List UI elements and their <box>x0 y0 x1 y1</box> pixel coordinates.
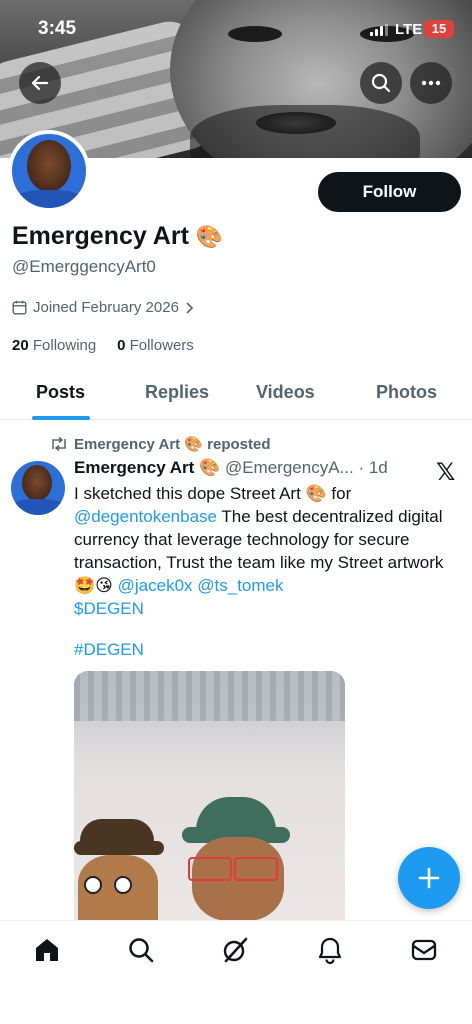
post-text-part: I sketched this dope Street Art 🎨 for <box>74 484 352 503</box>
nav-home[interactable] <box>32 935 62 965</box>
author-emoji: 🎨 <box>199 458 221 477</box>
following-stat[interactable]: 20 Following <box>12 337 96 354</box>
search-button[interactable] <box>360 62 402 104</box>
signal-icon <box>370 24 388 36</box>
more-icon <box>421 80 441 86</box>
joined-date[interactable]: Joined February 2026 <box>12 299 193 316</box>
battery-indicator: 15 <box>424 20 454 38</box>
more-button[interactable] <box>410 62 452 104</box>
calendar-icon <box>12 300 27 315</box>
image-roof <box>74 671 345 721</box>
home-icon <box>36 939 58 961</box>
joined-text: Joined February 2026 <box>33 299 179 316</box>
banner-mouth <box>256 112 336 134</box>
profile-display-name: Emergency Art 🎨 <box>12 222 223 251</box>
character-glasses-left <box>188 857 232 881</box>
repost-indicator: Emergency Art 🎨 reposted <box>50 435 271 453</box>
bottom-navigation <box>0 920 472 1024</box>
grok-icon <box>223 937 248 963</box>
nav-notifications[interactable] <box>315 935 345 965</box>
search-icon <box>129 938 154 963</box>
nav-search[interactable] <box>126 935 156 965</box>
avatar-shirt <box>12 190 86 208</box>
hashtag-link[interactable]: #DEGEN <box>74 640 144 660</box>
search-icon <box>371 73 391 93</box>
character-glasses-right <box>234 857 278 881</box>
repost-text: Emergency Art 🎨 reposted <box>74 436 271 453</box>
profile-handle: @EmerggencyArt0 <box>12 257 156 276</box>
avatar-face <box>22 465 52 501</box>
status-bar: 3:45 LTE 15 <box>0 0 472 58</box>
chevron-right-icon <box>186 301 193 314</box>
active-tab-indicator <box>32 416 90 420</box>
mention-link[interactable]: @jacek0x <box>118 576 193 595</box>
plus-icon <box>418 867 440 889</box>
notifications-icon <box>318 937 342 964</box>
avatar-face <box>27 140 71 192</box>
post-header: Emergency Art 🎨 @EmergencyA... · 1d <box>74 458 388 478</box>
nav-messages[interactable] <box>409 935 439 965</box>
character-hat-brim-left <box>74 841 164 855</box>
tab-posts[interactable]: Posts <box>36 382 85 403</box>
tab-videos[interactable]: Videos <box>256 382 315 403</box>
character-eye-left <box>84 876 102 894</box>
repost-icon <box>52 437 66 451</box>
arrow-left-icon <box>31 75 49 91</box>
followers-stat[interactable]: 0 Followers <box>117 337 194 354</box>
tab-photos[interactable]: Photos <box>376 382 437 403</box>
post-text: I sketched this dope Street Art 🎨 for @d… <box>74 482 462 620</box>
post-author-avatar[interactable] <box>11 461 65 515</box>
follow-button[interactable]: Follow <box>318 172 461 212</box>
post-image[interactable] <box>74 671 345 921</box>
cashtag-link[interactable]: $DEGEN <box>74 599 144 618</box>
post-author-name[interactable]: Emergency Art <box>74 458 194 477</box>
display-name-text: Emergency Art <box>12 222 189 250</box>
tab-replies[interactable]: Replies <box>145 382 209 403</box>
profile-avatar[interactable] <box>8 130 90 212</box>
network-label: LTE <box>395 21 423 38</box>
profile-tabs: Posts Replies Videos Photos <box>0 370 472 420</box>
nav-grok[interactable] <box>220 935 250 965</box>
mention-link[interactable]: @ts_tomek <box>197 576 283 595</box>
palette-emoji: 🎨 <box>195 224 224 249</box>
post-time: · 1d <box>358 458 388 477</box>
avatar-shirt <box>11 499 65 515</box>
status-time: 3:45 <box>38 18 77 39</box>
compose-button[interactable] <box>398 847 460 909</box>
mention-link[interactable]: @degentokenbase <box>74 507 217 526</box>
post-author-handle[interactable]: @EmergencyA... <box>225 458 354 477</box>
back-button[interactable] <box>19 62 61 104</box>
follow-stats: 20 Following 0 Followers <box>12 337 194 354</box>
character-eye-right <box>114 876 132 894</box>
messages-icon <box>411 939 437 961</box>
